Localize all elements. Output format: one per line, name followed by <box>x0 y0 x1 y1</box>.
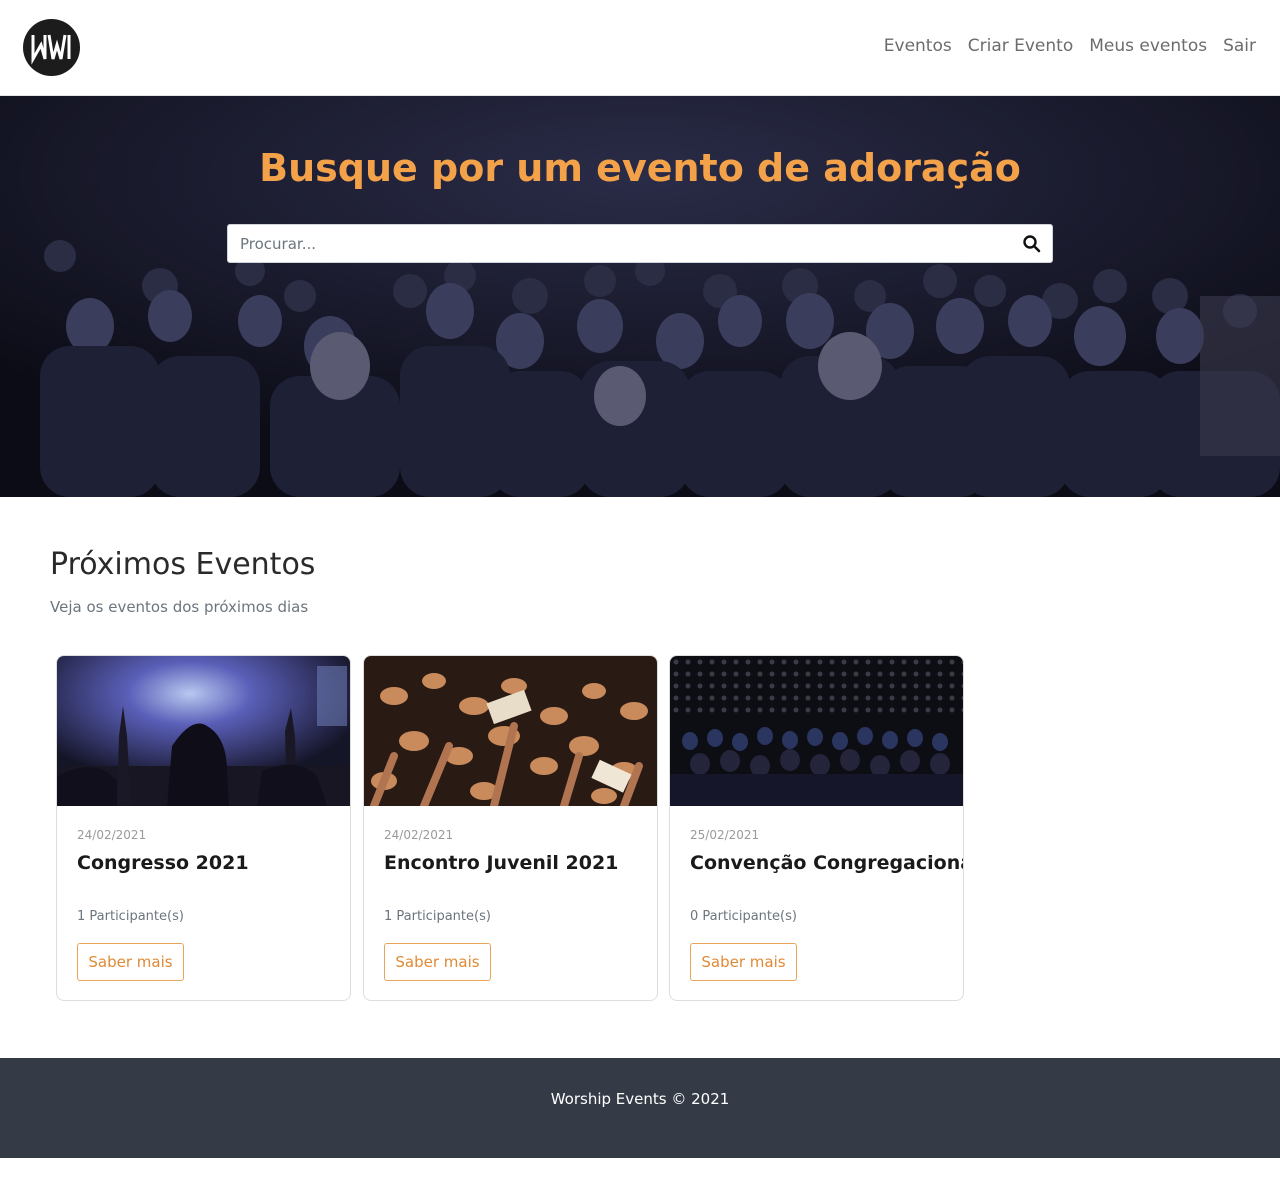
event-participants: 0 Participante(s) <box>690 909 797 924</box>
event-card: 24/02/2021 Encontro Juvenil 2021 1 Parti… <box>363 655 658 1001</box>
search-box <box>227 224 1053 263</box>
logo[interactable] <box>23 19 80 76</box>
event-title: Convenção Congregacional <box>690 852 964 874</box>
hero-banner: Busque por um evento de adoração <box>0 96 1280 497</box>
event-date: 24/02/2021 <box>77 828 147 842</box>
nav-sair[interactable]: Sair <box>1223 36 1256 56</box>
event-title: Congresso 2021 <box>77 852 249 874</box>
nav-criar-evento[interactable]: Criar Evento <box>968 36 1074 56</box>
nav-meus-eventos[interactable]: Meus eventos <box>1089 36 1207 56</box>
hero-title: Busque por um evento de adoração <box>259 146 1021 190</box>
search-input[interactable] <box>228 225 998 262</box>
event-date: 25/02/2021 <box>690 828 760 842</box>
event-participants: 1 Participante(s) <box>77 909 184 924</box>
logo-icon <box>31 34 71 65</box>
event-date: 24/02/2021 <box>384 828 454 842</box>
nav-eventos[interactable]: Eventos <box>884 36 952 56</box>
event-card: 25/02/2021 Convenção Congregacional 0 Pa… <box>669 655 964 1001</box>
event-title: Encontro Juvenil 2021 <box>384 852 619 874</box>
footer-copyright: Worship Events © 2021 <box>550 1090 730 1108</box>
event-card: 24/02/2021 Congresso 2021 1 Participante… <box>56 655 351 1001</box>
footer: Worship Events © 2021 <box>0 1058 1280 1158</box>
event-image-convencao <box>670 656 963 806</box>
event-participants: 1 Participante(s) <box>384 909 491 924</box>
navbar: Eventos Criar Evento Meus eventos Sair <box>0 0 1280 96</box>
saber-mais-button[interactable]: Saber mais <box>77 943 184 981</box>
section-title: Próximos Eventos <box>50 547 316 582</box>
saber-mais-button[interactable]: Saber mais <box>384 943 491 981</box>
search-icon[interactable] <box>1022 234 1042 254</box>
event-image-encontro <box>364 656 657 806</box>
nav-links: Eventos Criar Evento Meus eventos Sair <box>884 36 1256 56</box>
saber-mais-button[interactable]: Saber mais <box>690 943 797 981</box>
event-image-congresso <box>57 656 350 806</box>
section-subtitle: Veja os eventos dos próximos dias <box>50 598 309 616</box>
